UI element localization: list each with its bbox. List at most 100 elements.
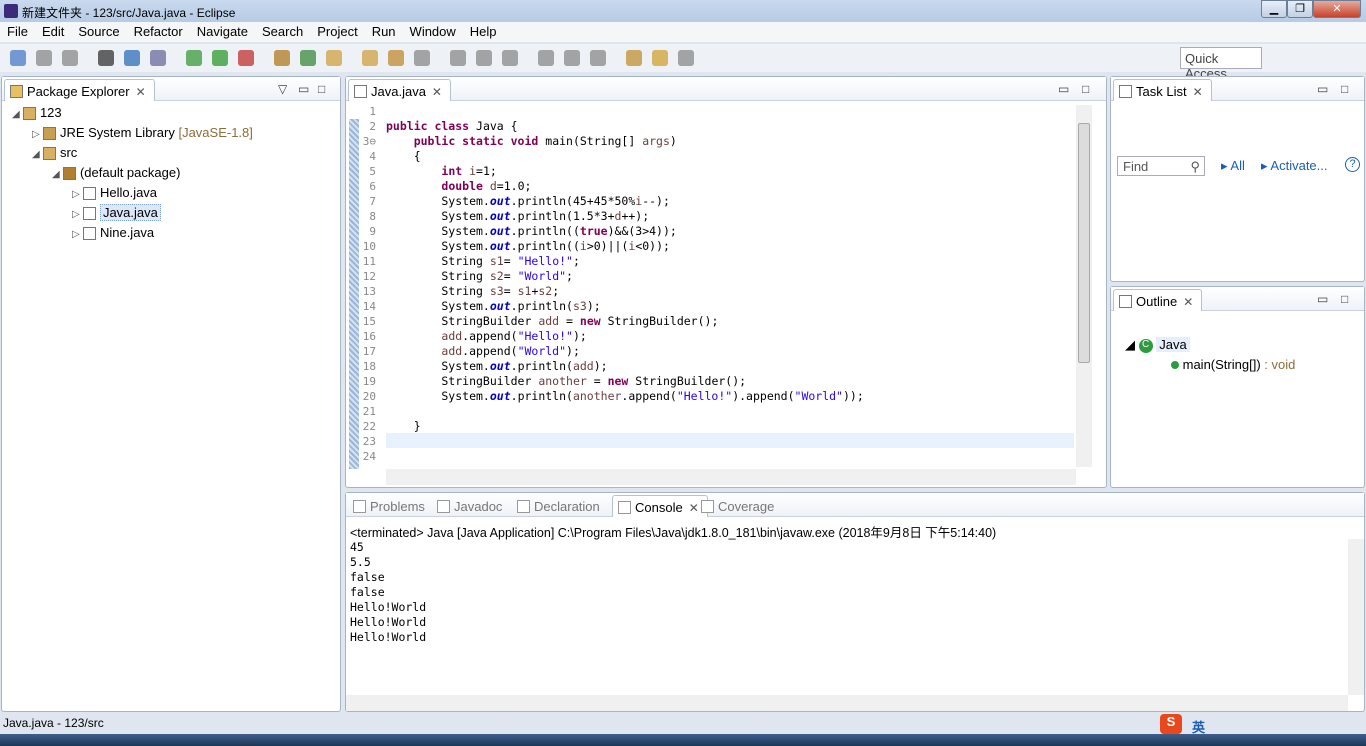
console-horizontal-scrollbar[interactable] <box>346 695 1348 711</box>
close-button[interactable]: ✕ <box>1313 0 1361 18</box>
horizontal-scrollbar[interactable] <box>386 469 1076 485</box>
tab-javadoc[interactable]: Javadoc <box>432 495 510 517</box>
menu-window[interactable]: Window <box>403 22 463 42</box>
tab-problems[interactable]: Problems <box>348 495 433 517</box>
menu-refactor[interactable]: Refactor <box>127 22 190 42</box>
tab-declaration[interactable]: Declaration <box>512 495 608 517</box>
menu-run[interactable]: Run <box>365 22 403 42</box>
outline-class-node[interactable]: ◢ C Java <box>1125 337 1190 353</box>
toolbar-button-icon[interactable] <box>538 50 554 66</box>
tree-item[interactable]: ▷ Hello.java <box>72 185 157 201</box>
expand-icon[interactable]: ▷ <box>32 129 40 140</box>
menu-search[interactable]: Search <box>255 22 310 42</box>
close-icon[interactable]: ✕ <box>432 85 442 99</box>
code-line[interactable]: int i=1; <box>386 164 496 179</box>
toolbar-button-icon[interactable] <box>678 50 694 66</box>
code-line[interactable]: String s3= s1+s2; <box>386 284 559 299</box>
toolbar-button-icon[interactable] <box>590 50 606 66</box>
menu-project[interactable]: Project <box>310 22 364 42</box>
tab-java-java[interactable]: Java.java ✕ <box>348 79 451 101</box>
maximize-view-icon[interactable]: □ <box>1341 82 1348 96</box>
menu-file[interactable]: File <box>0 22 35 42</box>
activate-link[interactable]: ▸ Activate... <box>1261 158 1328 174</box>
tab-coverage[interactable]: Coverage <box>696 495 782 517</box>
tab-task-list[interactable]: Task List ✕ <box>1113 79 1212 101</box>
toolbar-button-icon[interactable] <box>414 50 430 66</box>
code-line[interactable]: public static void main(String[] args) <box>386 134 677 149</box>
maximize-view-icon[interactable]: □ <box>1082 82 1089 96</box>
toolbar-button-icon[interactable] <box>238 50 254 66</box>
toolbar-button-icon[interactable] <box>212 50 228 66</box>
collapse-icon[interactable]: ◢ <box>32 149 40 160</box>
tab-package-explorer[interactable]: Package Explorer ✕ <box>4 79 155 101</box>
code-line[interactable]: } <box>386 419 421 434</box>
toolbar-button-icon[interactable] <box>652 50 668 66</box>
tree-item[interactable]: ▷ Java.java <box>72 204 161 221</box>
maximize-view-icon[interactable]: □ <box>318 82 325 96</box>
maximize-button[interactable]: ❐ <box>1287 0 1313 18</box>
expand-icon[interactable]: ▷ <box>72 189 80 200</box>
code-line[interactable]: StringBuilder add = new StringBuilder(); <box>386 314 718 329</box>
code-line[interactable]: double d=1.0; <box>386 179 531 194</box>
view-menu-icon[interactable]: ▽ <box>278 82 287 96</box>
minimize-view-icon[interactable]: ▭ <box>298 82 309 96</box>
close-icon[interactable]: ✕ <box>136 85 146 99</box>
tree-item[interactable]: ▷ Nine.java <box>72 225 154 241</box>
tree-item[interactable]: ◢ 123 <box>12 105 62 121</box>
code-line[interactable]: System.out.println(add); <box>386 359 607 374</box>
close-icon[interactable]: ✕ <box>1193 85 1203 99</box>
minimize-view-icon[interactable]: ▭ <box>1317 82 1328 96</box>
toolbar-button-icon[interactable] <box>388 50 404 66</box>
close-icon[interactable]: ✕ <box>1183 295 1193 309</box>
sogou-ime-icon[interactable]: S <box>1160 714 1182 734</box>
tree-item[interactable]: ◢ (default package) <box>52 165 180 181</box>
toolbar-button-icon[interactable] <box>300 50 316 66</box>
vertical-scrollbar[interactable] <box>1076 105 1092 467</box>
minimize-view-icon[interactable]: ▭ <box>1058 82 1069 96</box>
find-input[interactable]: Find ⚲ <box>1117 156 1205 176</box>
minimize-button[interactable]: ▁ <box>1261 0 1287 18</box>
code-line[interactable]: add.append("Hello!"); <box>386 329 586 344</box>
code-line[interactable]: System.out.println(45+45*50%i--); <box>386 194 670 209</box>
console-vertical-scrollbar[interactable] <box>1348 539 1364 695</box>
minimize-view-icon[interactable]: ▭ <box>1317 292 1328 306</box>
toolbar-button-icon[interactable] <box>98 50 114 66</box>
toolbar-button-icon[interactable] <box>186 50 202 66</box>
tree-item[interactable]: ▷ JRE System Library [JavaSE-1.8] <box>32 125 253 141</box>
toolbar-button-icon[interactable] <box>362 50 378 66</box>
code-line[interactable]: System.out.println((i>0)||(i<0)); <box>386 239 670 254</box>
toolbar-button-icon[interactable] <box>124 50 140 66</box>
code-line[interactable]: System.out.println(another.append("Hello… <box>386 389 863 404</box>
code-line[interactable]: StringBuilder another = new StringBuilde… <box>386 374 746 389</box>
code-line[interactable]: { <box>386 149 421 164</box>
menu-edit[interactable]: Edit <box>35 22 71 42</box>
toolbar-button-icon[interactable] <box>476 50 492 66</box>
toolbar-button-icon[interactable] <box>274 50 290 66</box>
toolbar-button-icon[interactable] <box>450 50 466 66</box>
tab-console[interactable]: Console ✕ <box>612 495 708 517</box>
toolbar-button-icon[interactable] <box>10 50 26 66</box>
code-line[interactable]: System.out.println(s3); <box>386 299 600 314</box>
toolbar-button-icon[interactable] <box>564 50 580 66</box>
collapse-icon[interactable]: ◢ <box>52 169 60 180</box>
collapse-icon[interactable]: ◢ <box>12 109 20 120</box>
toolbar-button-icon[interactable] <box>502 50 518 66</box>
code-line[interactable]: add.append("World"); <box>386 344 580 359</box>
toolbar-button-icon[interactable] <box>36 50 52 66</box>
toolbar-button-icon[interactable] <box>150 50 166 66</box>
expand-icon[interactable]: ▷ <box>72 209 80 220</box>
quick-access-input[interactable]: Quick Access <box>1180 47 1262 81</box>
code-line[interactable]: public class Java { <box>386 119 518 134</box>
menu-source[interactable]: Source <box>71 22 126 42</box>
code-line[interactable]: String s1= "Hello!"; <box>386 254 580 269</box>
toolbar-button-icon[interactable] <box>326 50 342 66</box>
tree-item[interactable]: ◢ src <box>32 145 77 161</box>
code-line[interactable]: System.out.println((true)&&(3>4)); <box>386 224 676 239</box>
maximize-view-icon[interactable]: □ <box>1341 292 1348 306</box>
menu-help[interactable]: Help <box>463 22 504 42</box>
code-line[interactable]: System.out.println(1.5*3+d++); <box>386 209 649 224</box>
toolbar-button-icon[interactable] <box>62 50 78 66</box>
toolbar-button-icon[interactable] <box>626 50 642 66</box>
all-link[interactable]: ▸ All <box>1221 158 1245 174</box>
tab-outline[interactable]: Outline ✕ <box>1113 289 1203 311</box>
